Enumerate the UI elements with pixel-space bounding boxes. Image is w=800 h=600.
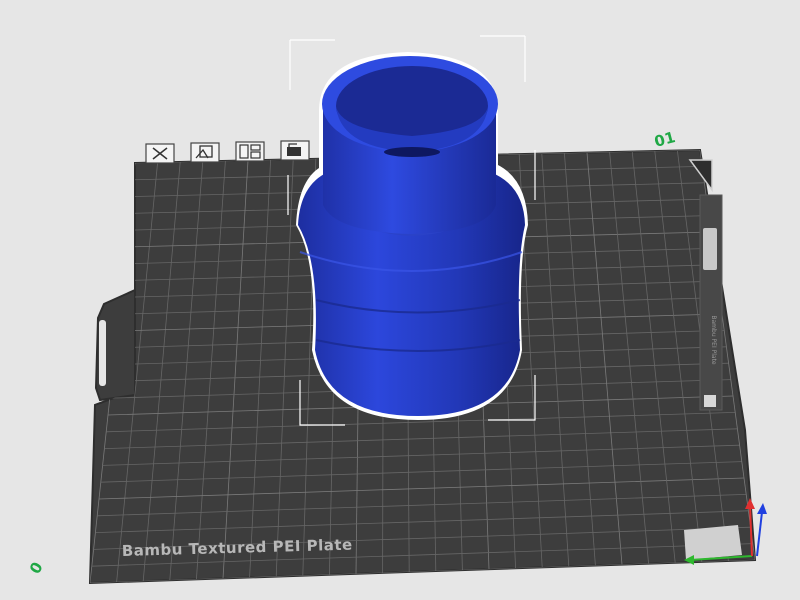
orient-plate-button[interactable] bbox=[190, 142, 220, 163]
lock-plate-button[interactable] bbox=[280, 140, 310, 161]
plate-corner-preview bbox=[684, 525, 742, 560]
delete-plate-button[interactable] bbox=[145, 143, 175, 164]
3d-viewport[interactable]: Bambu PEI Plate Bambu Textured PEI Plate… bbox=[0, 0, 800, 600]
plate-handle-slot bbox=[99, 320, 106, 386]
plate-side-strip bbox=[699, 194, 723, 411]
selected-3d-model[interactable] bbox=[296, 52, 528, 420]
z-axis-line bbox=[756, 511, 763, 557]
model-inner-hole bbox=[384, 147, 440, 157]
plate-side-tag bbox=[703, 228, 717, 270]
arrange-plate-button[interactable] bbox=[235, 141, 265, 162]
plate-index-label: 01 bbox=[652, 128, 677, 151]
plate-side-qr bbox=[704, 395, 716, 407]
plate-toolbar bbox=[145, 140, 310, 164]
plate-side-label: Bambu PEI Plate bbox=[710, 315, 717, 365]
plate-origin-mark: 0 bbox=[26, 559, 47, 577]
z-axis-arrow bbox=[757, 503, 767, 514]
